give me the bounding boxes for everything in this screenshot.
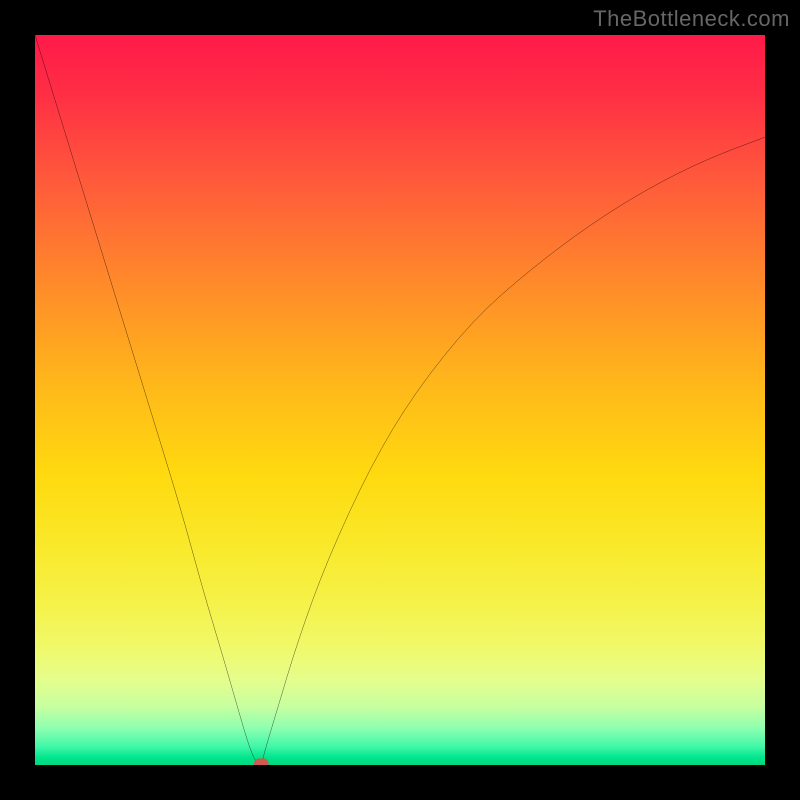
plot-area [35, 35, 765, 765]
chart-frame: TheBottleneck.com [0, 0, 800, 800]
watermark-text: TheBottleneck.com [593, 6, 790, 32]
bottleneck-curve [35, 35, 765, 765]
min-marker [254, 758, 269, 765]
curve-layer [35, 35, 765, 765]
